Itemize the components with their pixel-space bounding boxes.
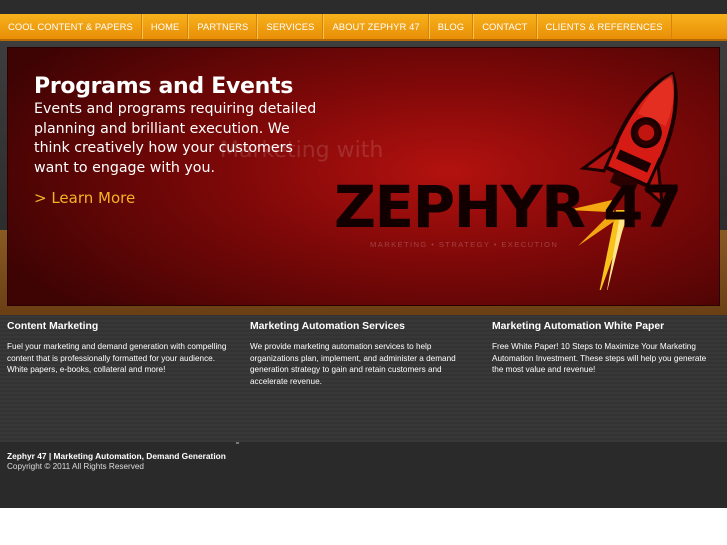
nav-item-cool-content[interactable]: COOL CONTENT & PAPERS bbox=[0, 14, 142, 39]
content-marketing-heading[interactable]: Content Marketing bbox=[7, 321, 232, 332]
white-paper-heading[interactable]: Marketing Automation White Paper bbox=[492, 321, 717, 332]
nav-item-clients[interactable]: CLIENTS & REFERENCES bbox=[536, 14, 672, 39]
main-nav: COOL CONTENT & PAPERS HOME PARTNERS SERV… bbox=[0, 14, 727, 41]
footer: Zephyr 47 | Marketing Automation, Demand… bbox=[0, 442, 727, 508]
content-marketing-column: Content Marketing Fuel your marketing an… bbox=[7, 321, 232, 376]
footer-copyright: Copyright © 2011 All Rights Reserved bbox=[7, 462, 144, 471]
footer-divider-mark bbox=[236, 442, 239, 444]
nav-item-partners[interactable]: PARTNERS bbox=[188, 14, 258, 39]
nav-item-home[interactable]: HOME bbox=[141, 14, 189, 39]
banner-title: Programs and Events bbox=[34, 74, 293, 99]
nav-item-blog[interactable]: BLOG bbox=[428, 14, 474, 39]
nav-item-services[interactable]: SERVICES bbox=[257, 14, 324, 39]
footer-title: Zephyr 47 | Marketing Automation, Demand… bbox=[7, 451, 226, 461]
automation-services-heading[interactable]: Marketing Automation Services bbox=[250, 321, 475, 332]
hero-banner[interactable]: Marketing with Programs and Events Event… bbox=[8, 48, 719, 305]
learn-more-link[interactable]: > Learn More bbox=[34, 189, 135, 207]
nav-item-contact[interactable]: CONTACT bbox=[473, 14, 537, 39]
automation-services-text: We provide marketing automation services… bbox=[250, 342, 456, 386]
nav-item-about[interactable]: ABOUT ZEPHYR 47 bbox=[323, 14, 429, 39]
white-paper-text: Free White Paper! 10 Steps to Maximize Y… bbox=[492, 342, 707, 375]
white-paper-column: Marketing Automation White Paper Free Wh… bbox=[492, 321, 717, 376]
banner-text: Events and programs requiring detailed p… bbox=[34, 101, 317, 176]
brand-tagline: MARKETING • STRATEGY • EXECUTION bbox=[370, 240, 559, 249]
content-marketing-text: Fuel your marketing and demand generatio… bbox=[7, 342, 227, 375]
automation-services-column: Marketing Automation Services We provide… bbox=[250, 321, 475, 387]
page: COOL CONTENT & PAPERS HOME PARTNERS SERV… bbox=[0, 0, 727, 545]
top-strip bbox=[0, 0, 727, 14]
zephyr-47-logo: ZEPHYR 47 bbox=[334, 173, 682, 241]
